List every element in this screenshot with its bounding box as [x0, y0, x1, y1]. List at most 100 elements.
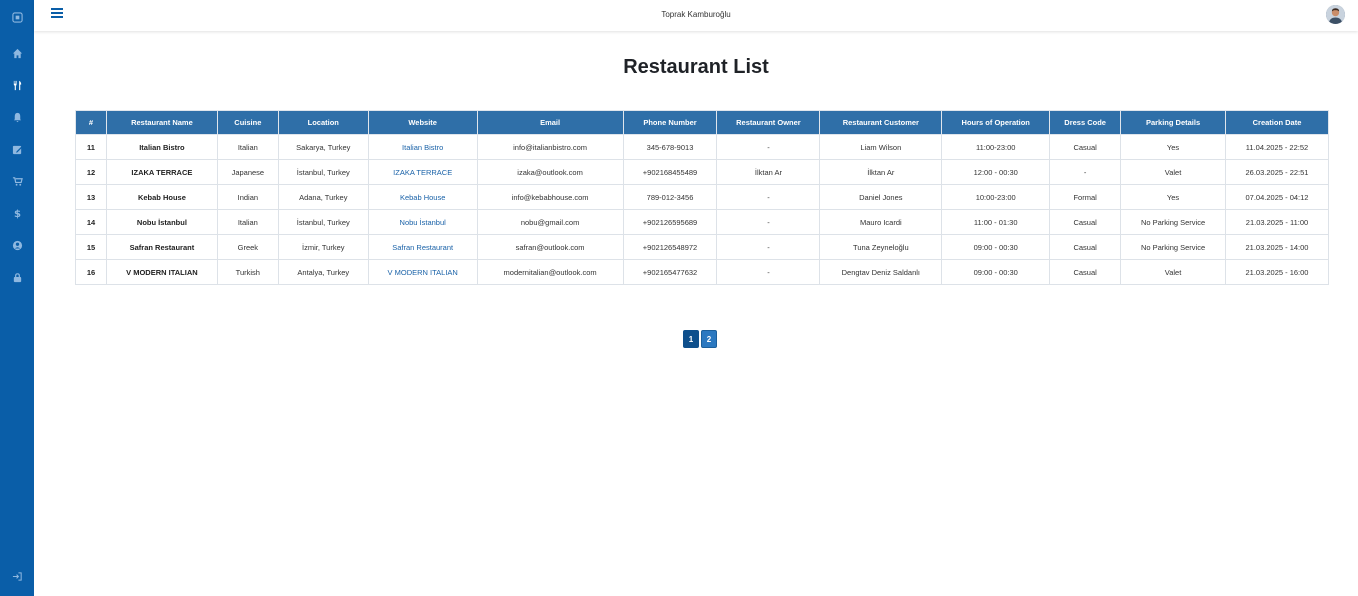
column-header[interactable]: Restaurant Name	[105, 110, 218, 135]
cell-location: Adana, Turkey	[277, 184, 369, 210]
home-icon[interactable]	[0, 43, 34, 63]
cell-restaurant-name: V MODERN ITALIAN	[105, 259, 218, 285]
cell-customer: Mauro Icardi	[819, 209, 943, 235]
cell-phone: +902126548972	[622, 234, 718, 260]
cell-parking: Valet	[1120, 259, 1226, 285]
cell-restaurant-name: Italian Bistro	[105, 134, 218, 160]
cell-id: 12	[75, 159, 107, 185]
cell-id: 11	[75, 134, 107, 160]
bell-icon[interactable]	[0, 107, 34, 127]
cell-id: 15	[75, 234, 107, 260]
column-header[interactable]: Hours of Operation	[941, 110, 1051, 135]
cell-owner: -	[716, 209, 821, 235]
table-row[interactable]: 14 Nobu İstanbul Italian İstanbul, Turke…	[75, 209, 1330, 235]
cell-email: nobu@gmail.com	[476, 209, 624, 235]
column-header[interactable]: Website	[367, 110, 478, 135]
cell-customer: Dengtav Deniz Saldanlı	[819, 259, 943, 285]
table-row[interactable]: 16 V MODERN ITALIAN Turkish Antalya, Tur…	[75, 259, 1330, 285]
cell-restaurant-name: Kebab House	[105, 184, 218, 210]
page-2-button[interactable]: 2	[701, 330, 717, 348]
cell-cuisine: Turkish	[216, 259, 279, 285]
cell-parking: No Parking Service	[1120, 209, 1226, 235]
cell-hours: 09:00 - 00:30	[941, 234, 1051, 260]
logout-icon[interactable]	[0, 566, 34, 586]
column-header[interactable]: Location	[277, 110, 369, 135]
logo-icon[interactable]	[0, 7, 34, 27]
table-row[interactable]: 11 Italian Bistro Italian Sakarya, Turke…	[75, 134, 1330, 160]
cell-creation-date: 07.04.2025 - 04:12	[1224, 184, 1330, 210]
column-header[interactable]: #	[75, 110, 107, 135]
edit-icon[interactable]	[0, 139, 34, 159]
cell-customer: Liam Wilson	[819, 134, 943, 160]
page-1-button[interactable]: 1	[683, 330, 699, 348]
cell-email: safran@outlook.com	[476, 234, 624, 260]
restaurant-icon[interactable]	[0, 75, 34, 95]
column-header[interactable]: Creation Date	[1224, 110, 1330, 135]
cell-parking: Yes	[1120, 134, 1226, 160]
user-name: Toprak Kamburoğlu	[661, 10, 731, 19]
cell-cuisine: Japanese	[216, 159, 279, 185]
cell-website-link[interactable]: IZAKA TERRACE	[367, 159, 478, 185]
column-header[interactable]: Restaurant Owner	[716, 110, 821, 135]
cell-phone: 345-678-9013	[622, 134, 718, 160]
lock-icon[interactable]	[0, 267, 34, 287]
cell-hours: 11:00 - 01:30	[941, 209, 1051, 235]
cell-id: 13	[75, 184, 107, 210]
cell-location: İstanbul, Turkey	[277, 209, 369, 235]
cell-restaurant-name: IZAKA TERRACE	[105, 159, 218, 185]
table-row[interactable]: 15 Safran Restaurant Greek İzmir, Turkey…	[75, 234, 1330, 260]
cell-cuisine: Indian	[216, 184, 279, 210]
restaurant-table: # Restaurant Name Cuisine Location Websi…	[75, 110, 1330, 285]
column-header[interactable]: Email	[476, 110, 624, 135]
cell-email: izaka@outlook.com	[476, 159, 624, 185]
cell-parking: No Parking Service	[1120, 234, 1226, 260]
cell-location: İstanbul, Turkey	[277, 159, 369, 185]
cell-email: modernitalian@outlook.com	[476, 259, 624, 285]
cell-customer: İlktan Ar	[819, 159, 943, 185]
cell-cuisine: Greek	[216, 234, 279, 260]
top-navbar: Toprak Kamburoğlu	[34, 0, 1358, 31]
cell-location: Sakarya, Turkey	[277, 134, 369, 160]
sidebar: $	[0, 0, 34, 596]
dollar-icon[interactable]: $	[0, 203, 34, 223]
cell-owner: İlktan Ar	[716, 159, 821, 185]
cell-creation-date: 21.03.2025 - 11:00	[1224, 209, 1330, 235]
column-header[interactable]: Parking Details	[1120, 110, 1226, 135]
cell-website-link[interactable]: V MODERN ITALIAN	[367, 259, 478, 285]
column-header[interactable]: Restaurant Customer	[819, 110, 943, 135]
cell-dress-code: -	[1049, 159, 1122, 185]
cell-customer: Daniel Jones	[819, 184, 943, 210]
cell-dress-code: Casual	[1049, 134, 1122, 160]
cell-dress-code: Formal	[1049, 184, 1122, 210]
cell-dress-code: Casual	[1049, 234, 1122, 260]
cell-dress-code: Casual	[1049, 259, 1122, 285]
avatar[interactable]	[1326, 5, 1345, 24]
cell-cuisine: Italian	[216, 209, 279, 235]
cell-owner: -	[716, 234, 821, 260]
column-header[interactable]: Phone Number	[622, 110, 718, 135]
cell-restaurant-name: Safran Restaurant	[105, 234, 218, 260]
cell-parking: Yes	[1120, 184, 1226, 210]
cell-id: 16	[75, 259, 107, 285]
column-header[interactable]: Dress Code	[1049, 110, 1122, 135]
cart-icon[interactable]	[0, 171, 34, 191]
cell-creation-date: 21.03.2025 - 16:00	[1224, 259, 1330, 285]
cell-phone: +902126595689	[622, 209, 718, 235]
cell-hours: 11:00-23:00	[941, 134, 1051, 160]
cell-creation-date: 21.03.2025 - 14:00	[1224, 234, 1330, 260]
cell-phone: +902165477632	[622, 259, 718, 285]
cell-website-link[interactable]: Kebab House	[367, 184, 478, 210]
column-header[interactable]: Cuisine	[216, 110, 279, 135]
cell-website-link[interactable]: Italian Bistro	[367, 134, 478, 160]
cell-hours: 12:00 - 00:30	[941, 159, 1051, 185]
user-icon[interactable]	[0, 235, 34, 255]
cell-owner: -	[716, 259, 821, 285]
cell-website-link[interactable]: Safran Restaurant	[367, 234, 478, 260]
table-row[interactable]: 13 Kebab House Indian Adana, Turkey Keba…	[75, 184, 1330, 210]
cell-location: İzmir, Turkey	[277, 234, 369, 260]
pagination: 1 2	[683, 330, 717, 348]
cell-creation-date: 26.03.2025 - 22:51	[1224, 159, 1330, 185]
table-header-row: # Restaurant Name Cuisine Location Websi…	[75, 110, 1330, 135]
cell-website-link[interactable]: Nobu İstanbul	[367, 209, 478, 235]
table-row[interactable]: 12 IZAKA TERRACE Japanese İstanbul, Turk…	[75, 159, 1330, 185]
